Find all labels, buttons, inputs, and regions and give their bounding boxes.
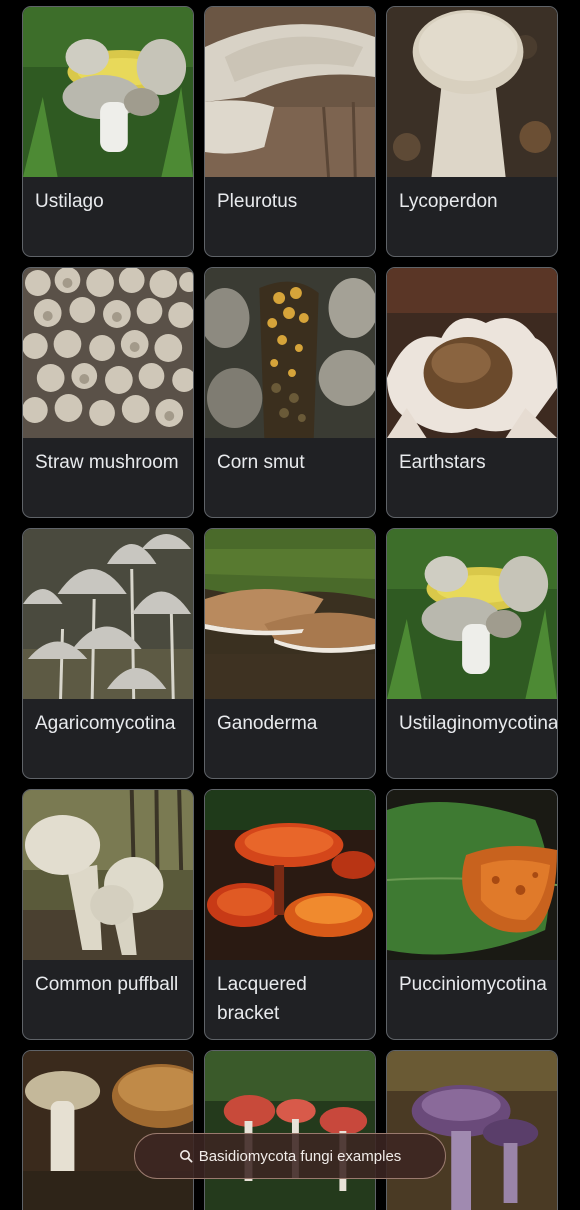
result-card-ganoderma[interactable]: Ganoderma	[204, 528, 376, 779]
lacquered-bracket-image	[205, 790, 375, 960]
card-label: Pucciniomycotina	[399, 974, 547, 995]
result-card-lycoperdon[interactable]: Lycoperdon	[386, 6, 558, 257]
ustilaginomycotina-image	[387, 529, 557, 699]
result-card-pucciniomycotina[interactable]: Pucciniomycotina	[386, 789, 558, 1040]
brown-cap-mushrooms-image	[23, 1051, 193, 1210]
card-label: Corn smut	[217, 452, 305, 473]
red-cap-mushrooms-image	[205, 1051, 375, 1210]
card-label: Ustilaginomycotina	[399, 713, 557, 734]
pucciniomycotina-image	[387, 790, 557, 960]
results-grid: Ustilago Pleurotus Lycoperdon Straw mush…	[22, 6, 558, 1040]
result-card-partial-2[interactable]	[204, 1050, 376, 1210]
agaricomycotina-image	[23, 529, 193, 699]
card-label: Agaricomycotina	[35, 713, 176, 734]
search-suggestion-pill[interactable]: Basidiomycota fungi examples	[134, 1133, 446, 1179]
lycoperdon-image	[387, 7, 557, 177]
earthstars-image	[387, 268, 557, 438]
results-grid-partial-row	[22, 1050, 558, 1210]
purple-cap-mushroom-image	[387, 1051, 557, 1210]
ganoderma-image	[205, 529, 375, 699]
card-label: Pleurotus	[217, 191, 298, 212]
ustilago-image	[23, 7, 193, 177]
card-label: Earthstars	[399, 452, 486, 473]
card-label: Lacquered bracket	[217, 974, 307, 1024]
result-card-pleurotus[interactable]: Pleurotus	[204, 6, 376, 257]
corn-smut-image	[205, 268, 375, 438]
card-label: Lycoperdon	[399, 191, 498, 212]
result-card-lacquered-bracket[interactable]: Lacquered bracket	[204, 789, 376, 1040]
result-card-corn-smut[interactable]: Corn smut	[204, 267, 376, 518]
result-card-agaricomycotina[interactable]: Agaricomycotina	[22, 528, 194, 779]
search-icon	[179, 1150, 193, 1163]
result-card-straw-mushroom[interactable]: Straw mushroom	[22, 267, 194, 518]
result-card-earthstars[interactable]: Earthstars	[386, 267, 558, 518]
pleurotus-image	[205, 7, 375, 177]
result-card-ustilaginomycotina[interactable]: Ustilaginomycotina	[386, 528, 558, 779]
straw-mushroom-image	[23, 268, 193, 438]
search-suggestion-text: Basidiomycota fungi examples	[198, 1147, 402, 1165]
card-label: Ganoderma	[217, 713, 318, 734]
card-label: Straw mushroom	[35, 452, 179, 473]
result-card-partial-3[interactable]	[386, 1050, 558, 1210]
result-card-partial-1[interactable]	[22, 1050, 194, 1210]
result-card-common-puffball[interactable]: Common puffball	[22, 789, 194, 1040]
result-card-ustilago[interactable]: Ustilago	[22, 6, 194, 257]
common-puffball-image	[23, 790, 193, 960]
card-label: Common puffball	[35, 974, 179, 995]
card-label: Ustilago	[35, 191, 104, 212]
